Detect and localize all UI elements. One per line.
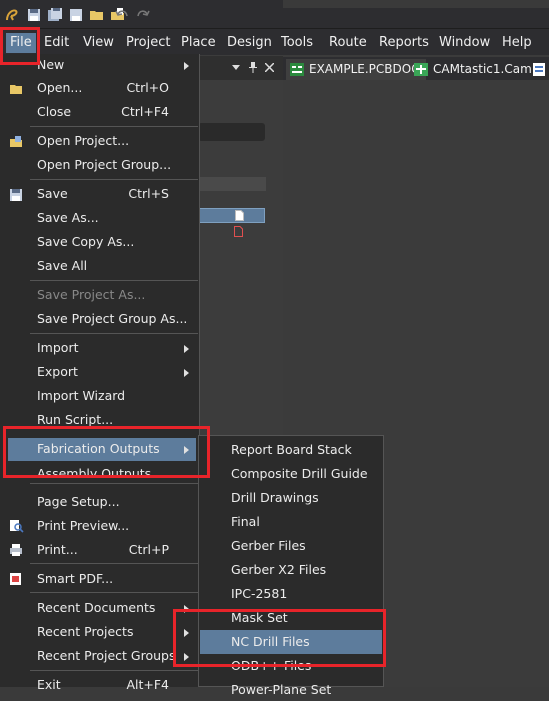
menu-tools[interactable]: Tools <box>281 33 313 53</box>
tab-example-pcbdoc[interactable]: EXAMPLE.PCBDOC <box>286 59 426 80</box>
menu-item-export[interactable]: Export <box>37 361 78 383</box>
menu-separator <box>30 333 198 334</box>
submenu-arrow-icon <box>184 62 189 70</box>
menu-project[interactable]: Project <box>126 33 170 53</box>
undo-icon[interactable] <box>114 7 130 23</box>
menu-item-new[interactable]: New <box>37 54 64 76</box>
tab-camtastic[interactable]: CAMtastic1.Cam * <box>411 59 542 80</box>
menu-route[interactable]: Route <box>329 33 367 53</box>
menu-item-import[interactable]: Import <box>37 337 79 359</box>
save-copy-icon[interactable] <box>68 7 84 23</box>
quick-access-toolbar <box>0 0 549 29</box>
save-all-icon[interactable] <box>47 7 63 23</box>
panel-selected-file[interactable] <box>198 208 265 223</box>
document-tab-icon[interactable] <box>533 63 545 76</box>
menu-separator <box>30 563 198 564</box>
menu-window[interactable]: Window <box>439 33 490 53</box>
pin-icon[interactable] <box>248 62 258 73</box>
submenu-item-gerber-files[interactable]: Gerber Files <box>231 535 306 557</box>
shortcut-save: Ctrl+S <box>128 186 169 201</box>
submenu-item-gerber-x2-files[interactable]: Gerber X2 Files <box>231 559 326 581</box>
menu-item-save-as[interactable]: Save As... <box>37 207 99 229</box>
smart-pdf-icon <box>10 573 21 585</box>
submenu-item-ipc-2581[interactable]: IPC-2581 <box>231 583 287 605</box>
panel-menu-chevron-icon[interactable] <box>232 65 240 71</box>
annotation-highlight-file <box>0 27 40 65</box>
annotation-highlight-fabrication-outputs <box>3 426 210 478</box>
menu-item-open-project[interactable]: Open Project... <box>37 130 129 152</box>
shortcut-exit: Alt+F4 <box>126 677 169 692</box>
submenu-arrow-icon <box>184 345 189 353</box>
menu-item-print[interactable]: Print... <box>37 539 78 561</box>
open-folder-icon[interactable] <box>89 7 105 23</box>
shortcut-open: Ctrl+O <box>126 80 169 95</box>
menu-item-open-project-group[interactable]: Open Project Group... <box>37 154 171 176</box>
menu-item-recent-projects[interactable]: Recent Projects <box>37 621 133 643</box>
menu-view[interactable]: View <box>83 33 114 53</box>
menu-item-smart-pdf[interactable]: Smart PDF... <box>37 568 113 590</box>
menu-item-page-setup[interactable]: Page Setup... <box>37 491 120 513</box>
save-icon[interactable] <box>26 7 42 23</box>
menu-item-open[interactable]: Open... <box>37 77 82 99</box>
menu-separator <box>30 670 198 671</box>
submenu-item-composite-drill-guide[interactable]: Composite Drill Guide <box>231 463 368 485</box>
redo-icon[interactable] <box>135 7 151 23</box>
titlebar-strip <box>283 0 549 8</box>
menu-item-recent-project-groups[interactable]: Recent Project Groups <box>37 645 175 667</box>
file-menu: New Open... Ctrl+O Close Ctrl+F4 Open Pr… <box>0 54 200 692</box>
cam-document-icon[interactable] <box>234 226 243 237</box>
menu-item-import-wizard[interactable]: Import Wizard <box>37 385 125 407</box>
pcb-document-icon <box>235 210 244 221</box>
tab-label: EXAMPLE.PCBDOC <box>309 62 420 76</box>
cam-tab-icon <box>414 63 428 76</box>
shortcut-close: Ctrl+F4 <box>121 104 169 119</box>
menu-item-exit[interactable]: Exit <box>37 674 61 696</box>
menu-separator <box>30 179 198 180</box>
document-tab-bar: EXAMPLE.PCBDOC CAMtastic1.Cam * <box>283 57 549 80</box>
menu-help[interactable]: Help <box>502 33 532 53</box>
menu-separator <box>30 483 198 484</box>
menu-item-save[interactable]: Save <box>37 183 68 205</box>
save-icon <box>10 189 22 201</box>
menu-item-save-project-group-as[interactable]: Save Project Group As... <box>37 308 187 330</box>
open-project-icon <box>10 136 22 147</box>
menu-item-recent-documents[interactable]: Recent Documents <box>37 597 155 619</box>
pcb-tab-icon <box>290 63 304 76</box>
tab-label: CAMtastic1.Cam * <box>433 62 542 76</box>
menu-reports[interactable]: Reports <box>379 33 429 53</box>
menu-separator <box>30 280 198 281</box>
submenu-item-final[interactable]: Final <box>231 511 260 533</box>
menu-item-save-project-as: Save Project As... <box>37 287 146 302</box>
panel-search-box[interactable] <box>198 123 265 141</box>
open-folder-icon <box>10 85 22 94</box>
menu-item-print-preview[interactable]: Print Preview... <box>37 515 129 537</box>
menu-design[interactable]: Design <box>227 33 272 53</box>
menu-item-save-copy-as[interactable]: Save Copy As... <box>37 231 134 253</box>
menu-item-close[interactable]: Close <box>37 101 71 123</box>
panel-group-header <box>198 177 266 191</box>
panel-close-icon[interactable] <box>265 63 274 72</box>
app-logo-icon <box>6 9 18 21</box>
submenu-item-power-plane-set[interactable]: Power-Plane Set <box>231 679 331 701</box>
shortcut-print: Ctrl+P <box>128 542 169 557</box>
menu-edit[interactable]: Edit <box>44 33 69 53</box>
submenu-arrow-icon <box>184 369 189 377</box>
submenu-item-drill-drawings[interactable]: Drill Drawings <box>231 487 319 509</box>
panel-header <box>196 56 283 80</box>
menu-place[interactable]: Place <box>181 33 216 53</box>
menu-separator <box>30 126 198 127</box>
menu-separator <box>30 592 198 593</box>
submenu-item-report-board-stack[interactable]: Report Board Stack <box>231 439 352 461</box>
print-preview-icon <box>10 520 24 533</box>
annotation-highlight-nc-drill-files <box>173 609 386 667</box>
menu-item-save-all[interactable]: Save All <box>37 255 87 277</box>
printer-icon <box>10 544 22 556</box>
menu-bar: File Edit View Project Place Design Tool… <box>0 29 549 55</box>
